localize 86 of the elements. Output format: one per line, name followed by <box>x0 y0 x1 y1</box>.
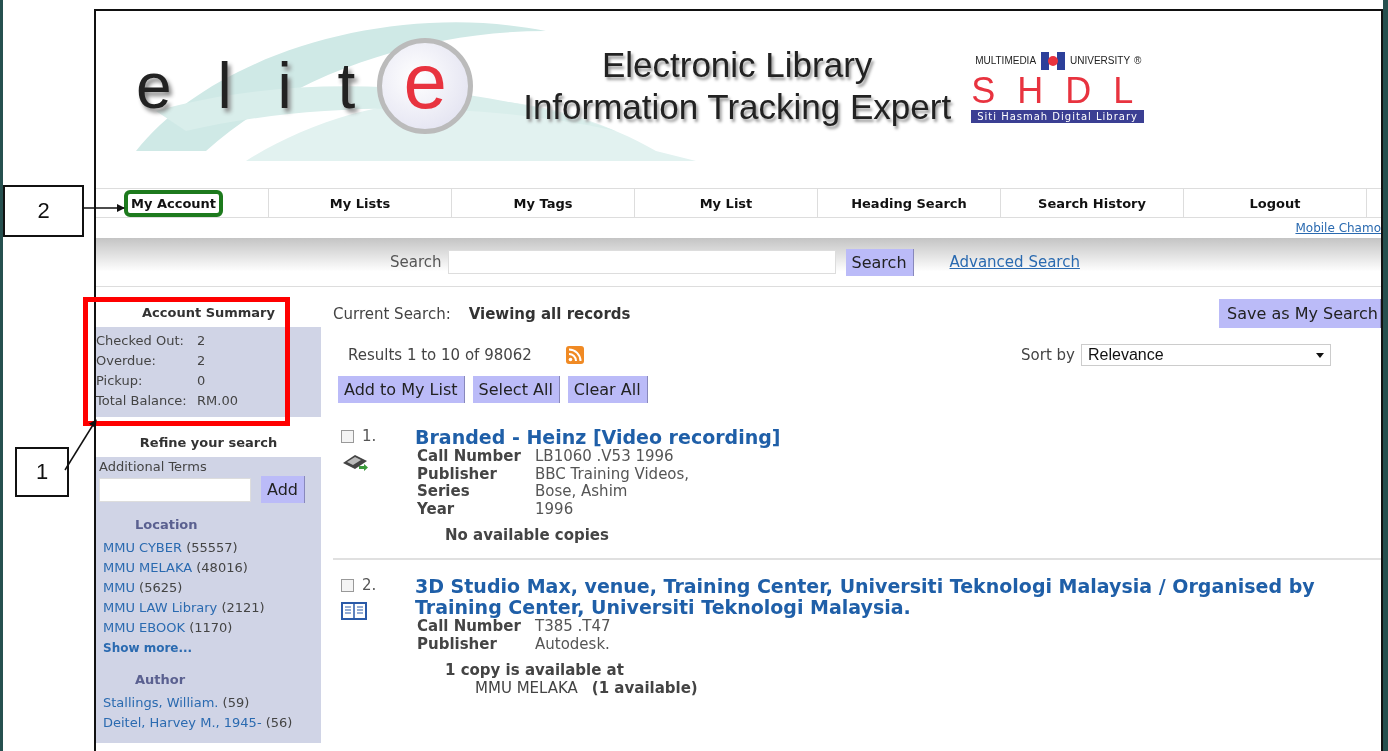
record-checkbox[interactable] <box>341 429 354 443</box>
field-value: LB1060 .V53 1996 <box>535 448 674 466</box>
university-name: UNIVERSITY <box>1070 55 1131 66</box>
availability-text: No available copies <box>445 526 610 544</box>
nav-tab[interactable]: Search History <box>1031 189 1153 217</box>
university-logo-icon <box>1040 49 1067 72</box>
copy-count: (1 available) <box>591 679 698 697</box>
logo-text: e l i t <box>136 49 370 123</box>
record-title-link[interactable]: 3D Studio Max, venue, Training Center, Universiti Teknologi Malaysia / Organised by Training Center, Universiti Teknologi Malaysia. <box>415 576 1381 618</box>
search-label: Search <box>390 253 442 271</box>
summary-label: Overdue: <box>96 352 157 370</box>
summary-label: Pickup: <box>96 372 144 390</box>
summary-label: Total Balance: <box>96 392 188 410</box>
field-value: T385 .T47 <box>535 618 612 636</box>
action-button[interactable]: Clear All <box>567 376 648 403</box>
shdl-logo-text: S H D L <box>971 71 1140 110</box>
mobile-link[interactable]: Mobile Chamo <box>1295 218 1381 238</box>
library-subtitle: Siti Hasmah Digital Library <box>971 109 1144 123</box>
facet-count: (55557) <box>186 540 238 555</box>
university-name: MULTIMEDIA <box>975 55 1037 66</box>
record-number: 2. <box>362 576 377 594</box>
facet-link[interactable]: MMU EBOOK <box>103 620 185 635</box>
field-label: Call Number <box>417 448 522 466</box>
availability-text: 1 copy is available at <box>445 661 625 679</box>
field-value: Bose, Ashim <box>535 483 629 501</box>
results-count: Results 1 to 10 of 98062 <box>348 346 532 364</box>
record-title-link[interactable]: Branded - Heinz [Video recording] <box>415 427 1381 448</box>
record-number: 1. <box>362 427 377 445</box>
video-cassette-icon <box>341 453 369 471</box>
summary-value: 0 <box>197 372 207 390</box>
summary-label: Checked Out: <box>96 332 185 350</box>
facet-link[interactable]: MMU LAW Library <box>103 600 218 615</box>
sort-label: Sort by <box>1021 346 1075 364</box>
field-label: Publisher <box>417 465 498 483</box>
show-more-link[interactable]: Show more... <box>99 638 318 658</box>
additional-terms-label: Additional Terms <box>99 459 208 474</box>
current-search-value: Viewing all records <box>468 304 631 323</box>
caret-icon <box>1316 352 1324 358</box>
field-label: Series <box>417 483 471 501</box>
field-label: Year <box>417 500 456 518</box>
facet-heading: Author <box>135 672 187 687</box>
facet-link[interactable]: Stallings, William. <box>103 695 219 710</box>
current-search-label: Current Search: <box>333 304 451 323</box>
field-label: Publisher <box>417 635 498 653</box>
facet-count: (5625) <box>139 580 183 595</box>
field-value: Autodesk. <box>535 635 611 653</box>
facet-link[interactable]: Deitel, Harvey M., 1945- <box>103 715 262 730</box>
field-label: Call Number <box>417 618 522 636</box>
field-value: BBC Training Videos, <box>535 465 691 483</box>
copy-location: MMU MELAKA <box>475 679 578 697</box>
nav-tab[interactable]: My Account <box>124 189 224 217</box>
book-icon <box>341 602 367 620</box>
facet-count: (48016) <box>196 560 248 575</box>
nav-tab[interactable]: My Tags <box>506 189 580 217</box>
additional-terms-field[interactable] <box>99 477 251 502</box>
rss-icon[interactable] <box>565 346 584 364</box>
registered-mark: ® <box>1134 55 1142 66</box>
save-search-button[interactable]: Save as My Search <box>1219 299 1381 328</box>
summary-value: 2 <box>197 352 207 370</box>
nav-tab[interactable]: My Lists <box>322 189 398 217</box>
summary-value: RM.00 <box>197 392 239 410</box>
facet-count: (56) <box>265 715 293 730</box>
facet-count: (1170) <box>189 620 233 635</box>
callout-number: 2 <box>3 185 84 237</box>
facet-count: (2121) <box>221 600 265 615</box>
action-button[interactable]: Add to My List <box>338 376 465 403</box>
facet-link[interactable]: MMU MELAKA <box>103 560 193 575</box>
banner-title: Information Tracking Expert <box>523 86 952 128</box>
facet-count: (59) <box>222 695 250 710</box>
nav-tab[interactable]: Logout <box>1242 189 1308 217</box>
nav-tab[interactable]: My List <box>692 189 760 217</box>
facet-heading: Location <box>135 517 199 532</box>
facet-link[interactable]: MMU <box>103 580 135 595</box>
facet-link[interactable]: MMU CYBER <box>103 540 183 555</box>
callout-number: 1 <box>15 447 69 497</box>
banner-title: Electronic Library <box>600 44 874 86</box>
advanced-search-link[interactable]: Advanced Search <box>949 253 1080 271</box>
action-button[interactable]: Select All <box>472 376 560 403</box>
nav-tab[interactable]: Heading Search <box>844 189 974 217</box>
record-checkbox[interactable] <box>341 578 354 592</box>
sort-dropdown[interactable]: Relevance <box>1081 344 1331 366</box>
search-button[interactable]: Search <box>845 248 914 276</box>
search-field[interactable] <box>447 250 836 274</box>
summary-value: 2 <box>197 332 207 350</box>
field-value: 1996 <box>535 500 575 518</box>
add-button[interactable]: Add <box>261 476 305 503</box>
